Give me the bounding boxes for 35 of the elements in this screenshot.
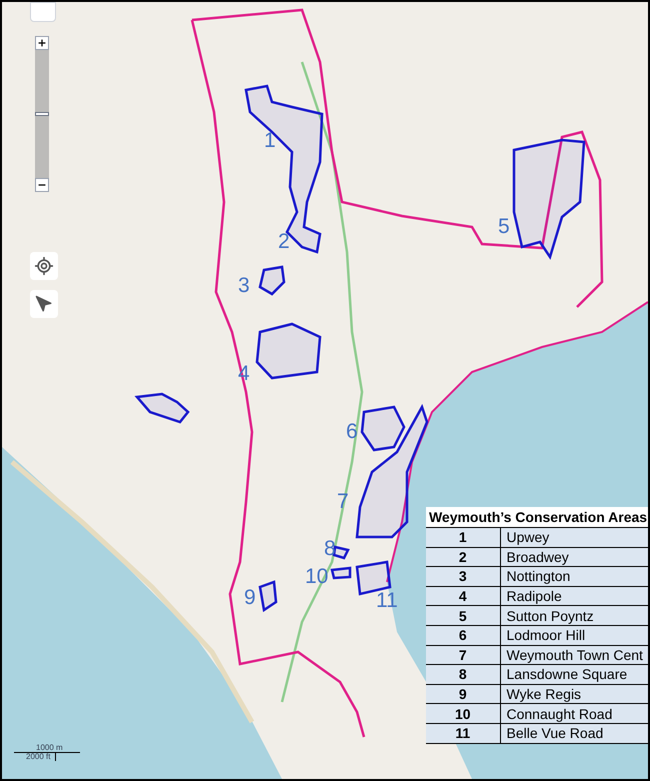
area-number: 5 xyxy=(498,216,510,237)
legend-number: 1 xyxy=(426,528,500,548)
legend-number: 6 xyxy=(426,625,500,646)
locate-button[interactable] xyxy=(30,252,58,280)
legend-area-name: Radipole xyxy=(500,586,648,606)
legend-area-name: Upwey xyxy=(500,528,648,548)
zoom-slider-thumb[interactable] xyxy=(35,112,49,116)
legend-number: 3 xyxy=(426,566,500,586)
legend-number: 5 xyxy=(426,606,500,626)
legend-title: Weymouth’s Conservation Areas xyxy=(426,507,648,528)
legend-area-name: Weymouth Town Cent xyxy=(500,645,648,665)
legend-area-name: Lodmoor Hill xyxy=(500,625,648,646)
area-number: 3 xyxy=(238,275,250,296)
area-number: 2 xyxy=(278,231,290,252)
legend-area-name: Nottington xyxy=(500,566,648,586)
zoom-in-icon xyxy=(37,38,47,48)
area-number: 11 xyxy=(376,590,398,611)
legend-number: 8 xyxy=(426,664,500,684)
locate-icon xyxy=(34,256,54,276)
legend-area-name: Wyke Regis xyxy=(500,684,648,704)
legend-area-name: Sutton Poyntz xyxy=(500,606,648,626)
arrow-icon xyxy=(35,295,53,313)
navigation-button[interactable] xyxy=(30,290,58,318)
zoom-out-button[interactable] xyxy=(35,178,49,192)
legend-number: 10 xyxy=(426,704,500,724)
zoom-in-button[interactable] xyxy=(35,36,49,50)
scale-imperial-label: 2000 ft xyxy=(14,753,56,761)
area-number: 9 xyxy=(244,587,256,608)
scale-metric-label: 1000 m xyxy=(14,744,80,753)
legend-area-name: Connaught Road xyxy=(500,704,648,724)
legend-area-name: Belle Vue Road xyxy=(500,723,648,744)
legend-area-name: Lansdowne Square xyxy=(500,664,648,684)
legend-number: 11 xyxy=(426,723,500,744)
area-number: 1 xyxy=(264,130,276,151)
legend-area-name: Broadwey xyxy=(500,547,648,567)
